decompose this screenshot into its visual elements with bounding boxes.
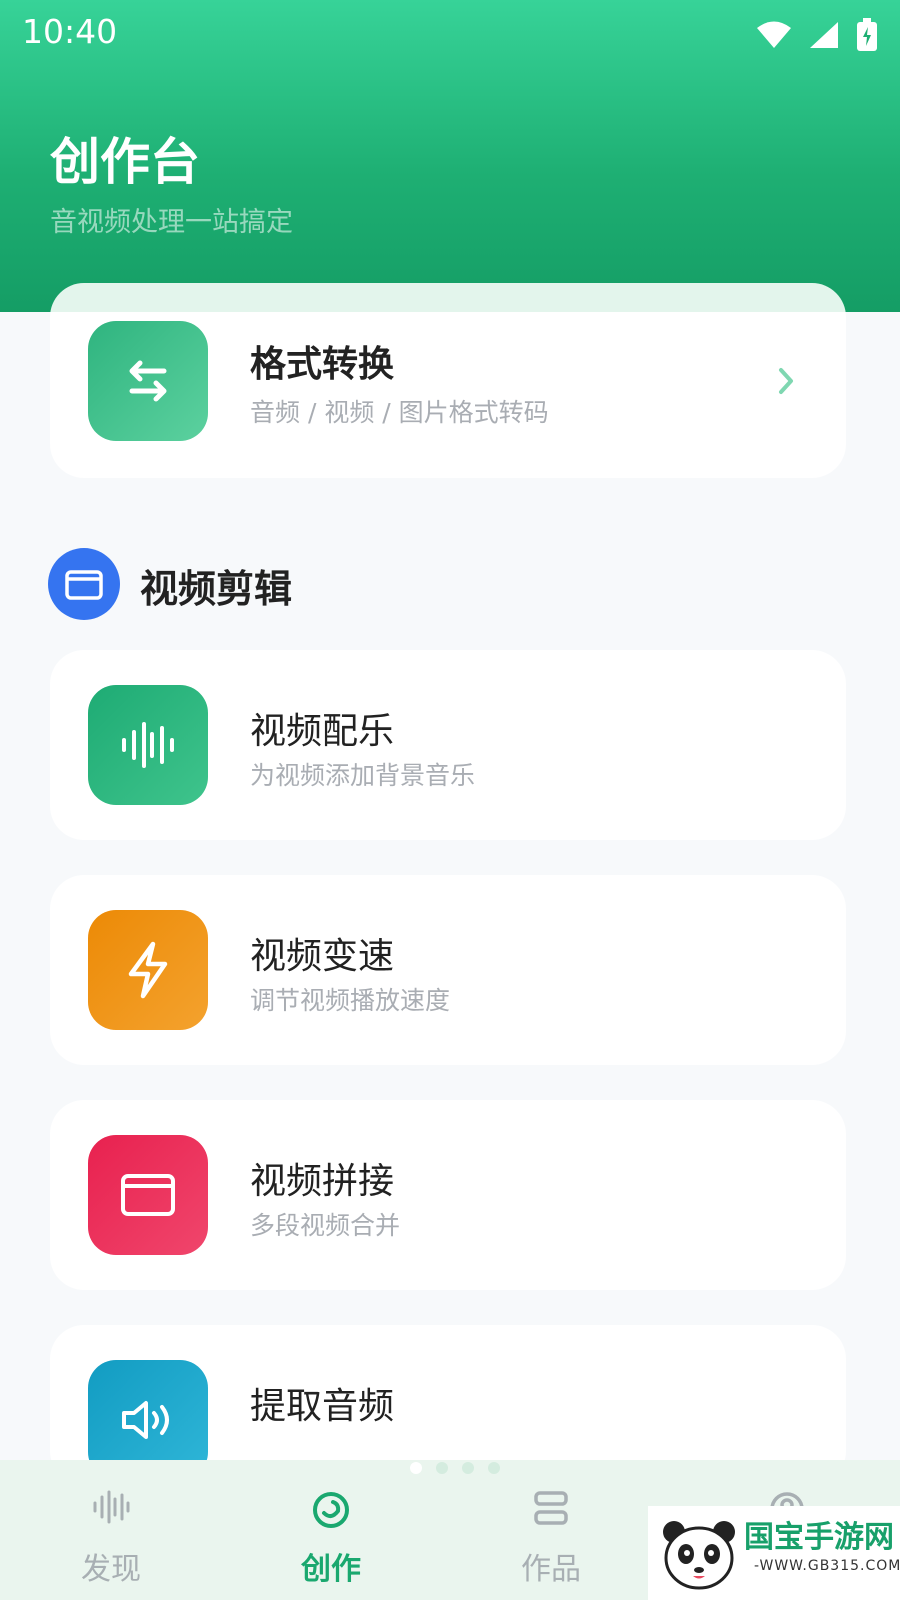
tab-discover[interactable]: 发现 <box>36 1460 186 1600</box>
folder-icon <box>65 570 103 600</box>
watermark-url: -WWW.GB315.COM- <box>754 1558 900 1574</box>
video-speed-label: 视频变速 <box>250 936 395 977</box>
section-title: 视频剪辑 <box>140 567 293 611</box>
page-dot <box>462 1462 474 1474</box>
watermark-name: 国宝手游网 <box>744 1520 894 1555</box>
status-icons <box>756 18 878 52</box>
create-circle-icon <box>313 1492 349 1528</box>
video-speed-card[interactable]: 视频变速 调节视频播放速度 <box>50 875 846 1065</box>
signal-icon <box>810 22 838 48</box>
video-music-icon-box <box>88 685 208 805</box>
format-convert-label: 格式转换 <box>250 344 395 385</box>
watermark: 国宝手游网 -WWW.GB315.COM- <box>648 1506 900 1600</box>
chevron-right-icon <box>779 368 793 394</box>
sound-wave-icon <box>122 722 174 768</box>
format-convert-desc: 音频 / 视频 / 图片格式转码 <box>250 398 549 427</box>
speaker-icon <box>122 1401 169 1439</box>
sound-wave-icon <box>93 1490 130 1524</box>
battery-icon <box>857 18 877 51</box>
tab-create-label: 创作 <box>301 1552 361 1587</box>
folder-icon <box>121 1174 175 1216</box>
video-merge-card[interactable]: 视频拼接 多段视频合并 <box>50 1100 846 1290</box>
section-icon <box>48 548 120 620</box>
video-speed-desc: 调节视频播放速度 <box>250 986 451 1015</box>
video-music-card[interactable]: 视频配乐 为视频添加背景音乐 <box>50 650 846 840</box>
page-title: 创作台 <box>50 133 200 191</box>
swap-arrows-icon <box>129 360 167 402</box>
video-merge-label: 视频拼接 <box>250 1161 395 1202</box>
page-subtitle: 音视频处理一站搞定 <box>50 207 293 238</box>
lightning-icon <box>128 941 168 999</box>
page-indicator <box>410 1462 500 1474</box>
video-speed-icon-box <box>88 910 208 1030</box>
tab-works-label: 作品 <box>521 1552 581 1587</box>
panda-logo-icon <box>663 1521 735 1590</box>
wifi-icon <box>757 21 791 48</box>
video-music-label: 视频配乐 <box>250 711 395 752</box>
video-music-desc: 为视频添加背景音乐 <box>250 761 476 790</box>
page-dot <box>488 1462 500 1474</box>
list-icon <box>534 1491 568 1525</box>
header: 10:40 创作台 音视频处理一站搞定 <box>0 0 900 320</box>
status-time: 10:40 <box>22 12 118 51</box>
extract-audio-label: 提取音频 <box>250 1386 395 1427</box>
page-dot <box>436 1462 448 1474</box>
tab-discover-label: 发现 <box>81 1552 141 1587</box>
video-merge-icon-box <box>88 1135 208 1255</box>
status-bar: 10:40 <box>22 10 878 54</box>
tab-works[interactable]: 作品 <box>476 1460 626 1600</box>
format-convert-card[interactable]: 格式转换 音频 / 视频 / 图片格式转码 <box>50 283 846 478</box>
page-dot <box>410 1462 422 1474</box>
tab-create[interactable]: 创作 <box>256 1460 406 1600</box>
video-merge-desc: 多段视频合并 <box>250 1211 401 1240</box>
format-icon-box <box>88 321 208 441</box>
